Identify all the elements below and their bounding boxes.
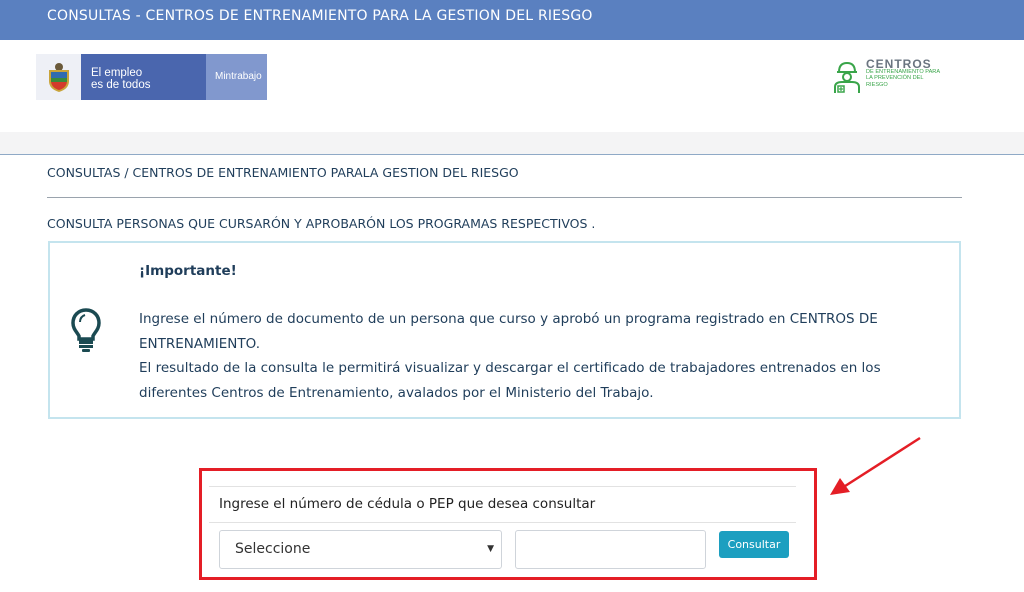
centros-logo-subtitle: DE ENTRENAMIENTO PARA LA PREVENCIÓN DEL … (866, 69, 940, 88)
red-arrow-icon (830, 436, 921, 495)
important-text: Ingrese el número de documento de un per… (139, 307, 945, 405)
section-subtitle: CONSULTA PERSONAS QUE CURSARÓN Y APROBAR… (47, 216, 596, 231)
worker-icon (834, 61, 860, 93)
document-type-selected-value: Seleccione (235, 541, 311, 557)
info-paragraph-1: Ingrese el número de documento de un per… (139, 311, 878, 352)
slogan-line-1: El empleo (91, 67, 143, 79)
brand-strip: El empleo es de todos Mintrabajo CENTROS… (0, 40, 1024, 132)
document-number-input[interactable] (515, 530, 706, 569)
page-header-title: CONSULTAS - CENTROS DE ENTRENAMIENTO PAR… (47, 8, 593, 24)
info-paragraph-2: El resultado de la consulta le permitirá… (139, 360, 881, 401)
important-info-box: ¡Importante! Ingrese el número de docume… (48, 241, 961, 419)
breadcrumb-divider (47, 197, 962, 198)
important-heading: ¡Importante! (139, 263, 237, 279)
gray-band (0, 132, 1024, 154)
colombia-shield-icon (36, 54, 81, 100)
lightbulb-icon (71, 308, 101, 352)
caret-down-icon: ▼ (487, 544, 494, 554)
breadcrumb: CONSULTAS / CENTROS DE ENTRENAMIENTO PAR… (47, 165, 519, 180)
form-divider (209, 522, 796, 523)
document-type-select[interactable]: Seleccione ▼ (219, 530, 502, 569)
consultar-button[interactable]: Consultar (719, 531, 789, 558)
government-logo[interactable]: El empleo es de todos Mintrabajo (36, 54, 267, 100)
document-number-label: Ingrese el número de cédula o PEP que de… (219, 496, 596, 512)
top-header-bar: CONSULTAS - CENTROS DE ENTRENAMIENTO PAR… (0, 0, 1024, 40)
slogan-line-2: es de todos (91, 79, 151, 91)
centros-logo[interactable]: CENTROS DE ENTRENAMIENTO PARA LA PREVENC… (832, 57, 942, 97)
empleo-slogan: El empleo es de todos (81, 54, 206, 100)
ministry-name: Mintrabajo (206, 54, 267, 100)
band-divider (0, 154, 1024, 155)
form-top-divider (209, 486, 796, 487)
